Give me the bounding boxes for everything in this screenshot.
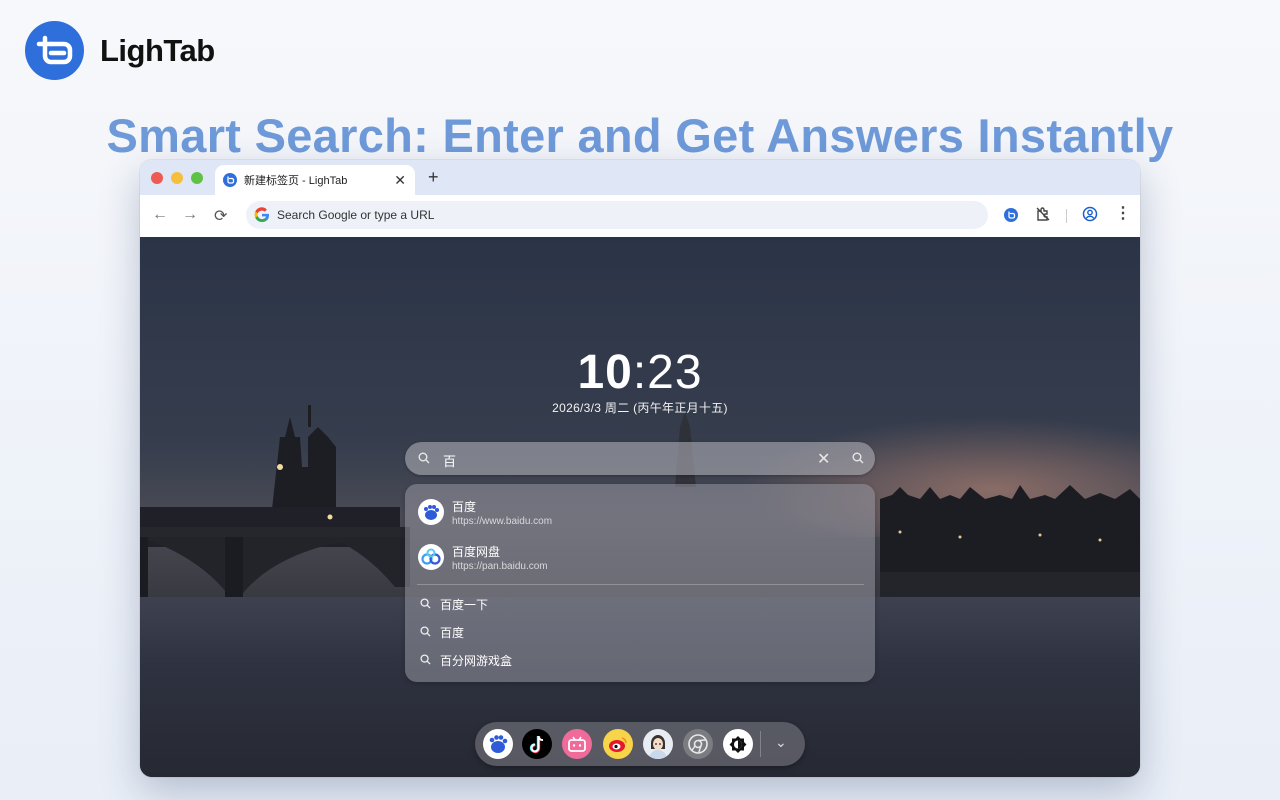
page-headline: Smart Search: Enter and Get Answers Inst… (106, 109, 1174, 162)
query-suggestion[interactable]: 百度 (405, 620, 875, 644)
close-window-button[interactable] (151, 172, 163, 184)
back-icon[interactable]: ← (152, 206, 168, 224)
suggestions-divider (417, 584, 864, 585)
search-icon (418, 452, 430, 464)
search-input[interactable]: 百 ✕ (405, 442, 875, 475)
query-text: 百分网游戏盒 (440, 654, 513, 668)
suggestions-panel: 百度 https://www.baidu.com 百度网盘 https://pa… (405, 484, 875, 682)
site-name: 百度 (452, 500, 477, 514)
query-suggestion[interactable]: 百分网游戏盒 (405, 648, 875, 672)
clock: 10:23 (140, 345, 1140, 400)
chrome-settings-icon[interactable] (683, 729, 713, 759)
tab-strip: 新建标签页 - LighTab ✕ + (140, 160, 1140, 195)
browser-window: 新建标签页 - LighTab ✕ + ← → ⟳ Search Google … (140, 160, 1140, 777)
extensions-puzzle-icon[interactable] (1035, 206, 1051, 222)
clock-separator: : (632, 346, 648, 399)
google-icon (254, 207, 269, 223)
minimize-window-button[interactable] (171, 172, 183, 184)
site-suggestion[interactable]: 百度 https://www.baidu.com (405, 492, 875, 532)
query-text: 百度 (440, 626, 465, 640)
clock-minute: 23 (647, 346, 703, 399)
profile-icon[interactable] (1082, 206, 1098, 222)
new-tab-page: 10:23 2026/3/3 周二 (丙午年正月十五) 百 ✕ 百度 https… (140, 237, 1140, 777)
search-icon (420, 598, 431, 609)
avatar-icon[interactable] (643, 729, 673, 759)
close-tab-icon[interactable]: ✕ (394, 172, 406, 189)
baidu-icon[interactable] (483, 729, 513, 759)
search-icon (420, 626, 431, 637)
lightab-icon (223, 173, 237, 187)
brand-name: LighTab (100, 32, 215, 68)
clock-hour: 10 (577, 346, 633, 399)
bilibili-icon[interactable] (562, 729, 592, 759)
chevron-down-icon[interactable]: ⌄ (775, 734, 787, 751)
baidu-netdisk-icon (418, 544, 444, 570)
brand-header: LighTab (25, 21, 215, 80)
site-name: 百度网盘 (452, 545, 501, 559)
menu-kebab-icon[interactable]: ⋮ (1115, 206, 1131, 222)
query-suggestion[interactable]: 百度一下 (405, 592, 875, 616)
maximize-window-button[interactable] (191, 172, 203, 184)
address-bar[interactable]: Search Google or type a URL (246, 201, 988, 229)
lightab-logo-icon (25, 21, 84, 80)
address-bar-placeholder: Search Google or type a URL (277, 208, 435, 222)
new-tab-button[interactable]: + (428, 167, 439, 188)
clear-search-icon[interactable]: ✕ (817, 449, 830, 469)
search-query: 百 (443, 454, 457, 469)
tab-newtab[interactable]: 新建标签页 - LighTab ✕ (215, 165, 415, 195)
shortcut-dock: ⌄ (475, 722, 805, 766)
browser-toolbar: ← → ⟳ Search Google or type a URL ⋮ (140, 195, 1140, 238)
site-url: https://pan.baidu.com (452, 561, 548, 572)
lightab-extension-icon[interactable] (1004, 208, 1018, 222)
dock-divider (760, 731, 761, 757)
site-suggestion[interactable]: 百度网盘 https://pan.baidu.com (405, 537, 875, 577)
baidu-icon (418, 499, 444, 525)
forward-icon[interactable]: → (182, 206, 198, 224)
tiktok-icon[interactable] (522, 729, 552, 759)
theme-toggle-icon[interactable] (723, 729, 753, 759)
date-label: 2026/3/3 周二 (丙午年正月十五) (552, 401, 728, 415)
query-text: 百度一下 (440, 598, 489, 612)
tab-title: 新建标签页 - LighTab (244, 175, 348, 187)
weibo-icon[interactable] (603, 729, 633, 759)
search-icon (420, 654, 431, 665)
toolbar-divider (1066, 209, 1067, 223)
reload-icon[interactable]: ⟳ (214, 206, 227, 226)
site-url: https://www.baidu.com (452, 516, 553, 527)
search-submit-icon[interactable] (852, 452, 864, 464)
